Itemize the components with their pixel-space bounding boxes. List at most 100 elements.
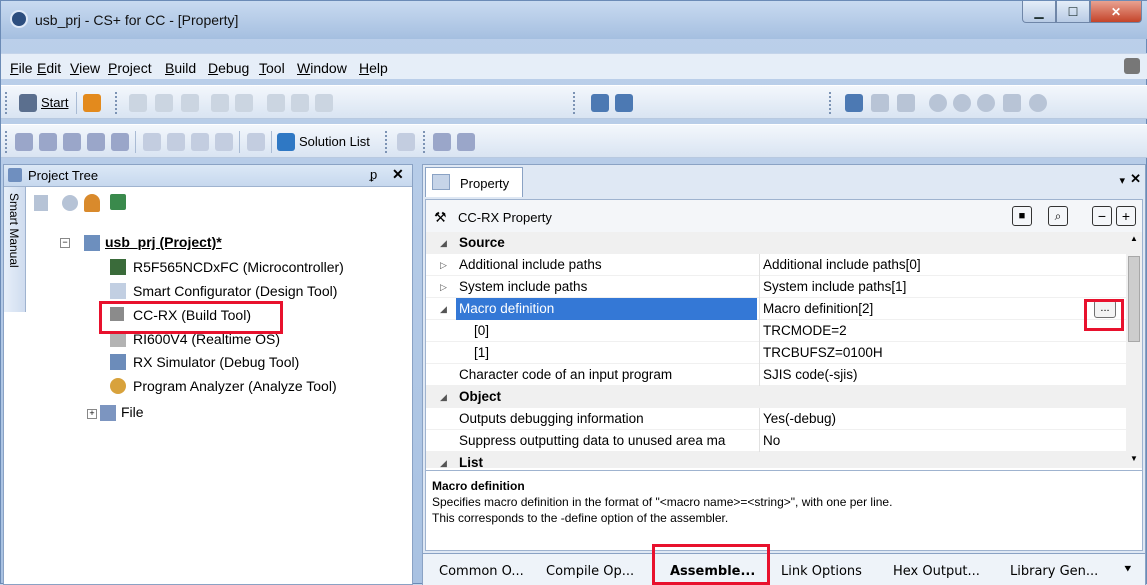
menu-project[interactable]: Project bbox=[108, 60, 152, 76]
scroll-down-icon[interactable]: ▼ bbox=[1130, 454, 1138, 463]
property-row[interactable]: Outputs debugging information Yes(-debug) bbox=[426, 408, 1126, 430]
solution-list-icon[interactable] bbox=[277, 133, 295, 151]
scroll-up-icon[interactable]: ▲ bbox=[1130, 234, 1138, 243]
lock-icon[interactable]: ■ bbox=[1012, 206, 1032, 226]
property-value[interactable]: Macro definition[2] bbox=[763, 301, 873, 316]
breakpoint-icon[interactable] bbox=[15, 133, 33, 151]
tab-compile-options[interactable]: Compile Op... bbox=[546, 560, 634, 584]
find-next-icon[interactable] bbox=[291, 94, 309, 112]
tab-hex-output[interactable]: Hex Output... bbox=[893, 560, 980, 584]
menu-window[interactable]: Window bbox=[297, 60, 347, 76]
tree-item-microcontroller[interactable]: R5F565NCDxFC (Microcontroller) bbox=[133, 259, 344, 275]
property-row[interactable]: Suppress outputting data to unused area … bbox=[426, 430, 1126, 452]
help-icon[interactable] bbox=[397, 133, 415, 151]
tree-item-smart-configurator[interactable]: Smart Configurator (Design Tool) bbox=[133, 283, 337, 299]
replace-icon[interactable] bbox=[315, 94, 333, 112]
property-category[interactable]: ◢ Object bbox=[426, 386, 1126, 408]
run-icon[interactable] bbox=[977, 94, 995, 112]
tab-library-generate[interactable]: Library Gen... bbox=[1010, 560, 1098, 584]
watch-icon[interactable] bbox=[63, 133, 81, 151]
start-button[interactable]: Start bbox=[41, 95, 68, 110]
minimize-button[interactable]: ▁ bbox=[1022, 1, 1056, 23]
property-row[interactable]: Character code of an input program SJIS c… bbox=[426, 364, 1126, 386]
stop-icon[interactable] bbox=[929, 94, 947, 112]
scroll-thumb[interactable] bbox=[1128, 256, 1140, 342]
download-icon[interactable] bbox=[591, 94, 609, 112]
menu-help[interactable]: Help bbox=[359, 60, 388, 76]
redo-icon[interactable] bbox=[235, 94, 253, 112]
collapse-row-icon[interactable]: ◢ bbox=[440, 304, 447, 315]
dropdown-icon[interactable]: ▾ bbox=[1119, 174, 1125, 187]
collapse-category-icon[interactable]: ◢ bbox=[440, 458, 447, 468]
window3-icon[interactable] bbox=[191, 133, 209, 151]
step-icon[interactable] bbox=[871, 94, 889, 112]
layout2-icon[interactable] bbox=[457, 133, 475, 151]
tree-item-file[interactable]: File bbox=[121, 404, 144, 420]
debug-tool-icon[interactable] bbox=[845, 94, 863, 112]
collapse-category-icon[interactable]: ◢ bbox=[440, 392, 447, 403]
search-icon[interactable]: ⌕ bbox=[1048, 206, 1068, 226]
paste-icon[interactable] bbox=[181, 94, 199, 112]
copy-icon[interactable] bbox=[155, 94, 173, 112]
property-row[interactable]: ▷ Additional include paths Additional incl… bbox=[426, 254, 1126, 276]
property-value[interactable]: TRCBUFSZ=0100H bbox=[763, 345, 883, 360]
tab-list-icon[interactable]: ⯆ bbox=[1123, 562, 1133, 577]
menu-view[interactable]: View bbox=[70, 60, 100, 76]
build-download-icon[interactable] bbox=[615, 94, 633, 112]
property-value[interactable]: Yes(-debug) bbox=[763, 411, 836, 426]
window2-icon[interactable] bbox=[167, 133, 185, 151]
layout1-icon[interactable] bbox=[433, 133, 451, 151]
property-row[interactable]: ▷ System include paths System include path… bbox=[426, 276, 1126, 298]
collapse-icon[interactable]: − bbox=[60, 238, 70, 248]
tab-common-options[interactable]: Common O... bbox=[439, 560, 524, 584]
property-value[interactable]: System include paths[1] bbox=[763, 279, 906, 294]
expand-icon[interactable]: + bbox=[87, 409, 97, 419]
pin-icon[interactable]: ᵱ bbox=[370, 167, 377, 182]
cut-icon[interactable] bbox=[129, 94, 147, 112]
menu-tool[interactable]: Tool bbox=[259, 60, 285, 76]
solution-list-button[interactable]: Solution List bbox=[299, 134, 370, 149]
start-icon[interactable] bbox=[19, 94, 37, 112]
collapse-category-icon[interactable]: ◢ bbox=[440, 238, 447, 249]
property-value[interactable]: No bbox=[763, 433, 780, 448]
offline-icon[interactable] bbox=[1124, 58, 1140, 74]
undo-icon[interactable] bbox=[211, 94, 229, 112]
property-row[interactable]: [1] TRCBUFSZ=0100H bbox=[426, 342, 1126, 364]
tab-link-options[interactable]: Link Options bbox=[781, 560, 862, 584]
menu-file[interactable]: File bbox=[10, 60, 33, 76]
go-icon[interactable] bbox=[953, 94, 971, 112]
expand-row-icon[interactable]: ▷ bbox=[440, 282, 447, 293]
maximize-button[interactable]: ☐ bbox=[1056, 1, 1090, 23]
history-icon[interactable] bbox=[62, 195, 78, 211]
event-icon[interactable] bbox=[111, 133, 129, 151]
breakpoint2-icon[interactable] bbox=[39, 133, 57, 151]
property-category[interactable]: ◢ List bbox=[426, 452, 1126, 468]
menu-debug[interactable]: Debug bbox=[208, 60, 249, 76]
rewind-icon[interactable] bbox=[1029, 94, 1047, 112]
property-value[interactable]: SJIS code(-sjis) bbox=[763, 367, 858, 382]
window1-icon[interactable] bbox=[143, 133, 161, 151]
collapse-all-icon[interactable]: − bbox=[1092, 206, 1112, 226]
property-category[interactable]: ◢ Source bbox=[426, 232, 1126, 254]
tab-property[interactable]: Property bbox=[425, 167, 523, 197]
property-value[interactable]: Additional include paths[0] bbox=[763, 257, 921, 272]
expand-all-icon[interactable]: + bbox=[1116, 206, 1136, 226]
reset-icon[interactable] bbox=[1003, 94, 1021, 112]
find-icon[interactable] bbox=[267, 94, 285, 112]
menu-build[interactable]: Build bbox=[165, 60, 196, 76]
close-panel-icon[interactable]: ✕ bbox=[392, 166, 404, 183]
close-button[interactable]: ✕ bbox=[1090, 1, 1142, 23]
property-row[interactable]: [0] TRCMODE=2 bbox=[426, 320, 1126, 342]
property-scrollbar[interactable]: ▲ ▼ bbox=[1126, 232, 1142, 468]
smart-manual-tab[interactable]: Smart Manual bbox=[4, 187, 26, 312]
window4-icon[interactable] bbox=[215, 133, 233, 151]
build-icon[interactable] bbox=[83, 94, 101, 112]
property-value[interactable]: TRCMODE=2 bbox=[763, 323, 847, 338]
tree-item-rx-simulator[interactable]: RX Simulator (Debug Tool) bbox=[133, 354, 299, 370]
tree-root-project[interactable]: usb_prj (Project)* bbox=[105, 234, 222, 250]
tree-item-program-analyzer[interactable]: Program Analyzer (Analyze Tool) bbox=[133, 378, 337, 394]
refresh-icon[interactable] bbox=[110, 194, 126, 210]
window5-icon[interactable] bbox=[247, 133, 265, 151]
close-property-icon[interactable]: ✕ bbox=[1130, 171, 1141, 187]
property-row[interactable]: ◢ Macro definition Macro definition[2]... bbox=[426, 298, 1126, 320]
